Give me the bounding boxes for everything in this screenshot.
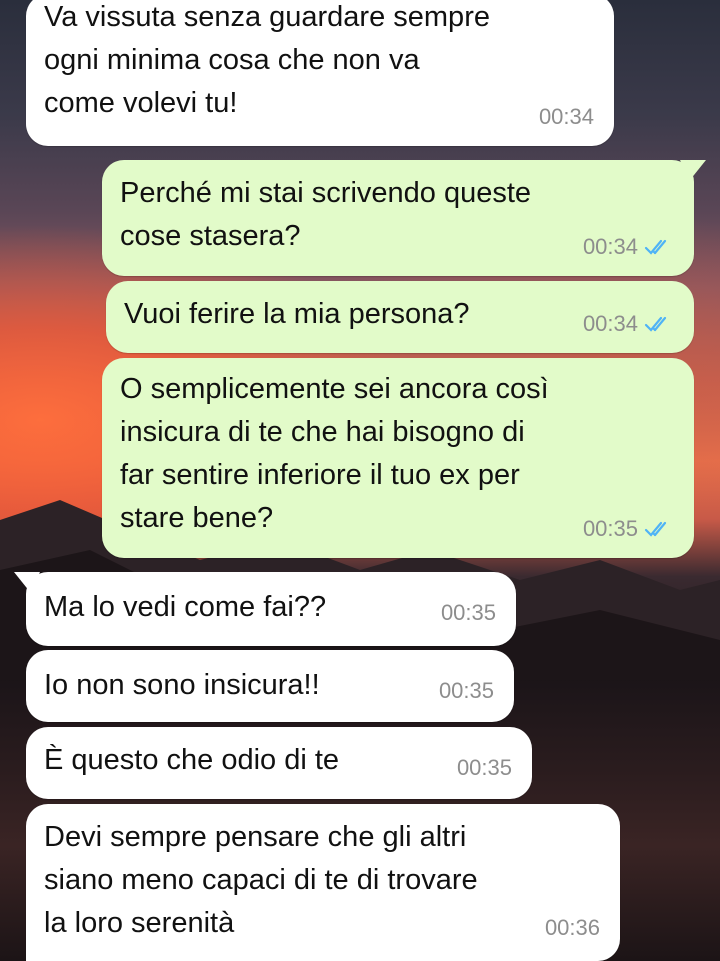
message-timestamp: 00:34 (582, 311, 638, 336)
message-bubble-incoming[interactable]: Devi sempre pensare che gli altri siano … (26, 804, 620, 961)
message-timestamp: 00:35 (440, 600, 496, 625)
bubble-tail (680, 160, 706, 180)
message-timestamp: 00:34 (538, 104, 594, 129)
message-time: 00:36 (545, 906, 600, 949)
chat-message-list[interactable]: Va vissuta senza guardare sempre ogni mi… (0, 0, 720, 961)
message-timestamp: 00:35 (456, 755, 512, 780)
double-check-read-icon (644, 521, 667, 537)
double-check-read-icon (644, 239, 667, 255)
message-text: Va vissuta senza guardare sempre ogni mi… (44, 1, 490, 119)
message-text: È questo che odio di te (44, 744, 340, 776)
message-bubble-incoming[interactable]: Ma lo vedi come fai?? 00:35 (14, 572, 516, 646)
double-check-read-icon (644, 316, 667, 332)
message-text: Ma lo vedi come fai?? (44, 591, 327, 623)
message-bubble-incoming[interactable]: Va vissuta senza guardare sempre ogni mi… (26, 0, 614, 146)
message-time: 00:35 (439, 669, 494, 712)
message-time: 00:35 (441, 591, 496, 634)
message-text: Io non sono insicura!! (44, 669, 320, 701)
message-bubble-incoming[interactable]: Io non sono insicura!! 00:35 (26, 650, 514, 722)
message-time: 00:34 (539, 95, 594, 138)
message-bubble-incoming[interactable]: È questo che odio di te 00:35 (26, 727, 532, 799)
message-timestamp: 00:36 (544, 915, 600, 940)
message-bubble-outgoing[interactable]: O semplicemente sei ancora così insicura… (102, 358, 694, 558)
message-time: 00:34 (583, 225, 674, 268)
message-bubble-outgoing[interactable]: Perché mi stai scrivendo queste cose sta… (102, 160, 706, 276)
message-time: 00:35 (457, 746, 512, 789)
message-time: 00:34 (583, 302, 674, 345)
message-text: Devi sempre pensare che gli altri siano … (44, 821, 478, 939)
message-timestamp: 00:35 (438, 678, 494, 703)
message-time: 00:35 (583, 507, 674, 550)
bubble-tail (14, 572, 40, 592)
message-bubble-outgoing[interactable]: Vuoi ferire la mia persona? 00:34 (106, 281, 694, 353)
message-timestamp: 00:34 (582, 234, 638, 259)
message-timestamp: 00:35 (582, 516, 638, 541)
